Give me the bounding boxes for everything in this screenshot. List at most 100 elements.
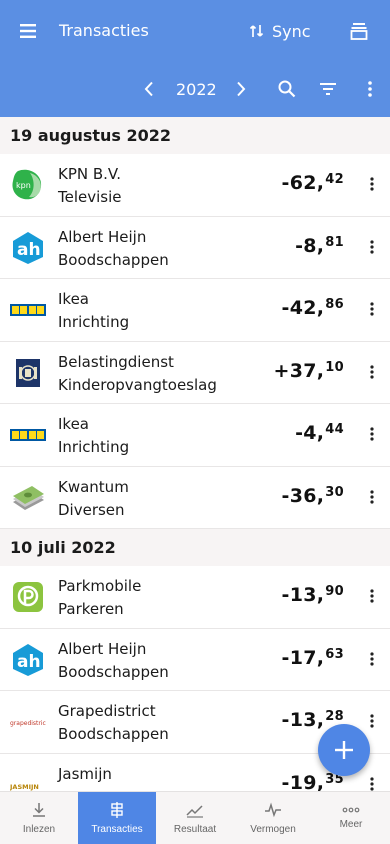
amount-cents: 44 — [325, 422, 344, 437]
more-vertical-icon[interactable] — [367, 774, 377, 792]
transaction-row[interactable]: Parkmobile Parkeren -13,90 — [0, 566, 390, 629]
ikea-logo-icon — [10, 292, 46, 328]
transaction-name: Ikea — [58, 415, 89, 433]
nav-item-transacties[interactable]: Transacties — [78, 792, 156, 844]
chevron-right-icon[interactable] — [230, 76, 252, 102]
year-label: 2022 — [176, 80, 217, 99]
transaction-row[interactable]: Ikea Inrichting -4,44 — [0, 404, 390, 467]
more-vertical-icon[interactable] — [367, 711, 377, 731]
transaction-category: Inrichting — [58, 313, 130, 331]
transaction-amount: -42,86 — [282, 297, 344, 319]
ah-logo-icon: ah — [10, 642, 46, 678]
nav-item-resultaat[interactable]: Resultaat — [156, 792, 234, 844]
transaction-category: Boodschappen — [58, 250, 169, 269]
more-vertical-icon[interactable] — [367, 586, 377, 606]
filter-icon[interactable] — [316, 76, 340, 102]
archive-icon[interactable] — [346, 17, 372, 45]
more-vertical-icon[interactable] — [360, 76, 380, 102]
transaction-name: Parkmobile — [58, 577, 142, 595]
page-title: Transacties — [59, 21, 149, 40]
transaction-row[interactable]: kpn KPN B.V. Televisie -62,42 — [0, 154, 390, 217]
transaction-row[interactable]: Belastingdienst Kinderopvangtoeslag +37,… — [0, 341, 390, 404]
add-transaction-button[interactable] — [318, 724, 370, 776]
amount-cents: 81 — [325, 234, 344, 250]
amount-main: -36, — [281, 484, 325, 507]
transaction-row[interactable]: Kwantum Diversen -36,30 — [0, 466, 390, 529]
more-vertical-icon[interactable] — [367, 237, 377, 257]
transaction-row[interactable]: ah Albert Heijn Boodschappen -8,81 — [0, 216, 390, 279]
transaction-amount: -4,44 — [295, 422, 344, 444]
transaction-category: Boodschappen — [58, 662, 169, 681]
amount-main: -62, — [281, 172, 325, 194]
amount-cents: 10 — [325, 359, 344, 375]
more-vertical-icon[interactable] — [367, 487, 377, 507]
amount-main: +37, — [273, 359, 325, 382]
nav-label: Inlezen — [22, 824, 56, 835]
amount-main: -17, — [281, 646, 325, 669]
transaction-amount: -36,30 — [282, 485, 344, 507]
amount-cents: 90 — [325, 584, 344, 599]
transaction-name: Ikea — [58, 290, 89, 308]
grapedistrict-logo-text: grapedistrict — [10, 720, 46, 727]
jasmijn-logo-text: JASMIJN — [10, 783, 39, 791]
transaction-amount: -62,42 — [282, 172, 344, 194]
sync-icon — [250, 25, 264, 37]
sync-button[interactable]: Sync — [250, 17, 311, 45]
section-date-header: 10 juli 2022 — [0, 529, 390, 566]
chart-icon — [186, 805, 203, 818]
pulse-icon — [265, 802, 281, 818]
amount-cents: 30 — [325, 484, 344, 500]
app-bar-top-row: Transacties Sync — [0, 0, 390, 62]
parkmobile-logo-icon — [10, 579, 46, 615]
nav-label: Resultaat — [173, 824, 217, 835]
amount-main: -4, — [295, 422, 325, 444]
amount-cents: 42 — [325, 172, 344, 187]
transaction-amount: -17,63 — [282, 647, 344, 669]
svg-text:kpn: kpn — [16, 181, 31, 190]
more-horizontal-icon — [342, 807, 360, 813]
transaction-amount: -8,81 — [295, 235, 344, 257]
nav-item-vermogen[interactable]: Vermogen — [234, 792, 312, 844]
svg-text:ah: ah — [17, 652, 41, 672]
chevron-left-icon[interactable] — [138, 76, 160, 102]
transaction-category: Televisie — [58, 188, 122, 206]
nav-item-meer[interactable]: Meer — [312, 792, 390, 844]
transaction-amount: -13,90 — [282, 584, 344, 606]
nav-item-inlezen[interactable]: Inlezen — [0, 792, 78, 844]
more-vertical-icon[interactable] — [367, 649, 377, 669]
download-icon — [33, 803, 45, 817]
transaction-row[interactable]: Ikea Inrichting -42,86 — [0, 279, 390, 342]
bottom-navigation: Inlezen Transacties Resultaat Vermogen M… — [0, 791, 390, 844]
ikea-logo-icon — [10, 417, 46, 453]
transaction-category: Parkeren — [58, 600, 124, 618]
transaction-name: KPN B.V. — [58, 165, 122, 183]
transaction-name: Grapedistrict — [58, 702, 156, 720]
transaction-amount: +37,10 — [274, 360, 344, 382]
transactions-icon — [111, 802, 123, 818]
transaction-category: Kinderopvangtoeslag — [58, 375, 217, 394]
amount-main: -8, — [295, 234, 325, 257]
more-vertical-icon[interactable] — [367, 362, 377, 382]
amount-cents: 86 — [325, 297, 344, 312]
money-icon — [10, 480, 46, 516]
ah-logo-icon: ah — [10, 230, 46, 266]
search-icon[interactable] — [275, 76, 299, 102]
amount-main: -19, — [281, 771, 325, 792]
transaction-row[interactable]: ah Albert Heijn Boodschappen -17,63 — [0, 628, 390, 691]
app-bar: Transacties Sync 2022 — [0, 0, 390, 117]
transaction-name: Belastingdienst — [58, 352, 174, 371]
nav-label: Meer — [339, 819, 363, 830]
grapedistrict-logo-icon: grapedistrict — [10, 704, 49, 740]
jasmijn-logo-icon: JASMIJN — [9, 767, 46, 792]
amount-main: -42, — [281, 297, 325, 319]
more-vertical-icon[interactable] — [367, 174, 377, 194]
more-vertical-icon[interactable] — [367, 299, 377, 319]
nav-label: Transacties — [91, 824, 143, 835]
app-bar-bottom-row: 2022 — [0, 62, 390, 117]
transaction-name: Albert Heijn — [58, 639, 147, 658]
amount-main: -13, — [281, 584, 325, 606]
menu-icon[interactable] — [16, 17, 40, 45]
more-vertical-icon[interactable] — [367, 424, 377, 444]
transaction-list[interactable]: 19 augustus 2022 kpn KPN B.V. Televisie … — [0, 117, 390, 791]
amount-cents: 63 — [325, 646, 344, 662]
